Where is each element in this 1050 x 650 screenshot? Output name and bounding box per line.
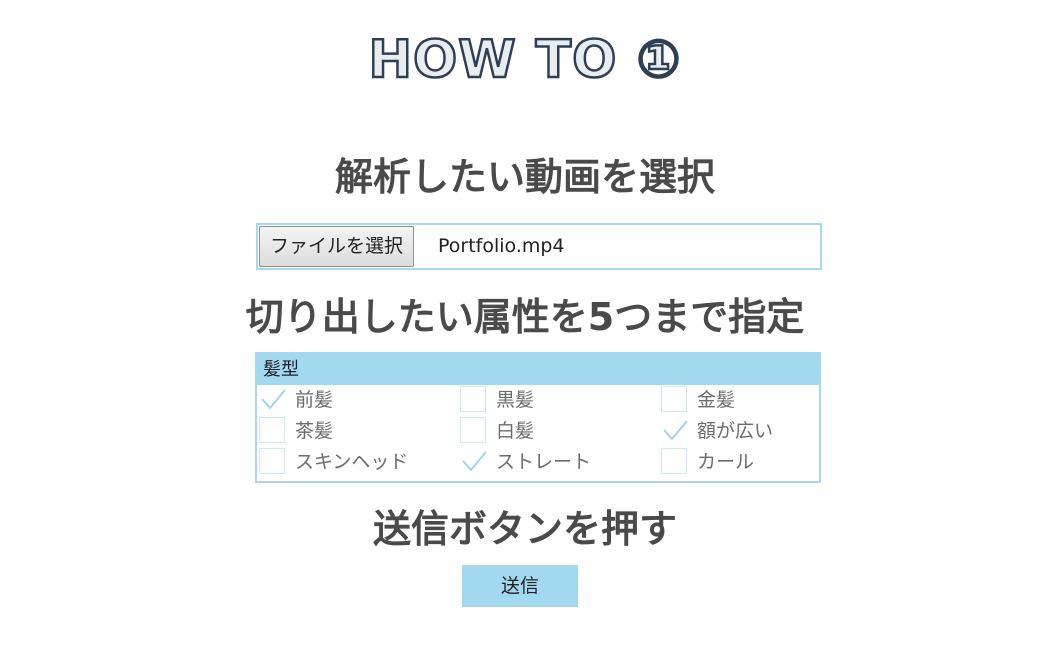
attribute-option-label: 前髪 bbox=[295, 389, 334, 411]
attribute-option[interactable]: カール bbox=[661, 447, 861, 477]
checkbox[interactable] bbox=[259, 386, 286, 412]
checkbox[interactable] bbox=[460, 448, 487, 474]
attribute-option-label: 額が広い bbox=[697, 420, 774, 442]
attribute-option[interactable]: 茶髪 bbox=[259, 416, 459, 446]
how-to-page: HOW TO ① 解析したい動画を選択 ファイルを選択 Portfolio.mp… bbox=[0, 0, 1050, 650]
attribute-option-label: 茶髪 bbox=[295, 420, 334, 442]
checkmark-icon bbox=[462, 451, 487, 472]
checkbox[interactable] bbox=[661, 417, 688, 443]
attribute-option[interactable]: 前髪 bbox=[259, 385, 459, 415]
page-title: HOW TO ① bbox=[367, 29, 682, 92]
file-input[interactable]: ファイルを選択 Portfolio.mp4 bbox=[256, 223, 822, 270]
submit-button[interactable]: 送信 bbox=[462, 565, 578, 607]
attribute-option[interactable]: 黒髪 bbox=[460, 385, 660, 415]
step-heading-select-attributes: 切り出したい属性を5つまで指定 bbox=[245, 295, 805, 339]
checkbox[interactable] bbox=[661, 448, 687, 474]
attribute-option-label: スキンヘッド bbox=[295, 451, 409, 473]
checkbox[interactable] bbox=[460, 417, 486, 443]
attribute-option-label: 金髪 bbox=[697, 389, 736, 411]
checkmark-icon bbox=[663, 420, 688, 441]
step-heading-press-submit: 送信ボタンを押す bbox=[372, 507, 677, 551]
choose-file-button[interactable]: ファイルを選択 bbox=[259, 226, 415, 267]
attribute-group-label: 髪型 bbox=[257, 354, 819, 385]
checkmark-icon bbox=[261, 389, 286, 410]
attribute-options: 前髪 黒髪 金髪 茶髪 白髪 額が広い スキンヘッド ストレート カール bbox=[257, 385, 819, 481]
attribute-option[interactable]: ストレート bbox=[460, 447, 660, 477]
step-heading-select-video: 解析したい動画を選択 bbox=[334, 155, 715, 199]
checkbox[interactable] bbox=[460, 386, 486, 412]
attribute-option-label: カール bbox=[697, 451, 755, 473]
selected-file-name: Portfolio.mp4 bbox=[438, 235, 565, 257]
checkbox[interactable] bbox=[259, 448, 285, 474]
attribute-option-label: ストレート bbox=[496, 451, 592, 473]
attribute-option[interactable]: 額が広い bbox=[661, 416, 861, 446]
attribute-option-label: 白髪 bbox=[496, 420, 535, 442]
attribute-option-label: 黒髪 bbox=[496, 389, 535, 411]
attribute-option[interactable]: スキンヘッド bbox=[259, 447, 459, 477]
attribute-option[interactable]: 金髪 bbox=[661, 385, 861, 415]
attribute-option[interactable]: 白髪 bbox=[460, 416, 660, 446]
attribute-selector: 髪型 前髪 黒髪 金髪 茶髪 白髪 額が広い スキンヘッド ストレート カール bbox=[255, 352, 821, 483]
checkbox[interactable] bbox=[259, 417, 285, 443]
checkbox[interactable] bbox=[661, 386, 687, 412]
